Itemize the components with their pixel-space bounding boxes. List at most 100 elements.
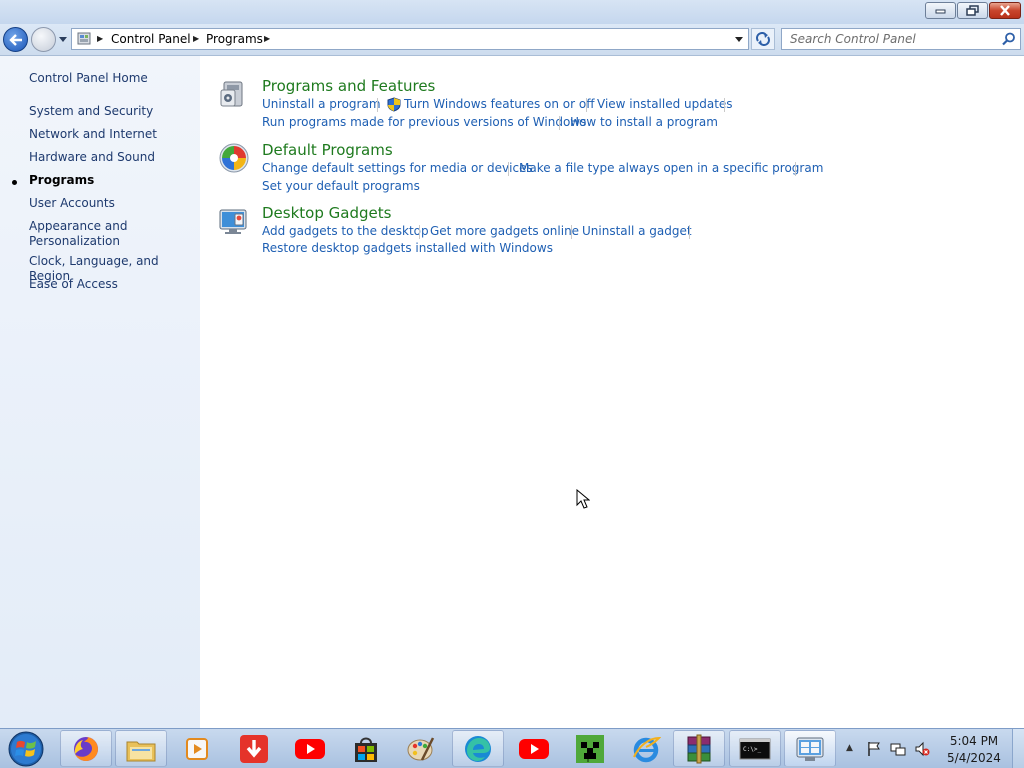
link-change-default-media[interactable]: Change default settings for media or dev… [262,161,533,175]
internet-explorer-icon [633,736,661,763]
link-more-gadgets-online[interactable]: Get more gadgets online [430,224,579,238]
show-desktop-button[interactable] [1012,729,1024,768]
refresh-button[interactable] [751,28,775,50]
history-dropdown-icon[interactable] [58,33,68,45]
volume-muted-icon[interactable] [914,741,930,757]
link-separator [571,225,572,239]
link-uninstall-program[interactable]: Uninstall a program [262,97,381,111]
link-windows-features[interactable]: Turn Windows features on or off [404,97,595,111]
start-button[interactable] [6,730,46,768]
link-separator [689,225,690,239]
forward-button[interactable] [31,27,56,52]
chevron-down-icon[interactable] [735,35,744,44]
taskbar-youtube[interactable] [293,732,327,766]
category-title-default-programs[interactable]: Default Programs [262,141,393,159]
active-bullet-icon [12,180,17,185]
back-button[interactable] [3,27,28,52]
sidebar-item-ease-of-access[interactable]: Ease of Access [29,277,118,292]
search-box[interactable]: Search Control Panel [781,28,1021,50]
network-icon[interactable] [890,741,906,757]
edge-icon [465,735,491,762]
search-input[interactable]: Search Control Panel [790,32,916,46]
restore-button[interactable] [957,2,988,19]
taskbar-winrar[interactable] [673,730,725,767]
taskbar-minecraft[interactable] [573,732,607,766]
restore-icon [965,5,979,16]
link-set-default-programs[interactable]: Set your default programs [262,179,420,193]
breadcrumb-separator-icon[interactable]: ▶ [264,34,270,43]
store-icon [355,737,377,762]
svg-text:C:\>_: C:\>_ [743,746,761,753]
desktop-gadgets-icon[interactable] [218,205,250,237]
sidebar-item-hardware-and-sound[interactable]: Hardware and Sound [29,150,155,165]
link-separator [559,116,560,130]
link-separator [419,225,420,239]
youtube-icon [295,739,325,759]
sidebar-item-control-panel-home[interactable]: Control Panel Home [29,71,148,86]
mouse-pointer-icon [576,489,590,509]
link-how-to-install[interactable]: How to install a program [570,115,718,129]
address-bar[interactable]: ▶ Control Panel ▶ Programs ▶ [71,28,749,50]
clock-time[interactable]: 5:04 PM [944,734,1004,748]
winrar-icon [687,734,711,763]
link-separator [377,98,378,112]
action-center-flag-icon[interactable] [866,741,882,757]
breadcrumb-separator-icon[interactable]: ▶ [97,34,103,43]
taskbar-file-explorer[interactable] [115,730,167,767]
taskbar-media-player[interactable] [180,732,214,766]
link-run-older-programs[interactable]: Run programs made for previous versions … [262,115,586,129]
uac-shield-icon [387,97,401,112]
programs-features-icon[interactable] [218,78,250,110]
sidebar-item-appearance-line-1[interactable]: Appearance and [29,219,127,234]
taskbar-firefox[interactable] [60,730,112,767]
search-icon[interactable] [1002,32,1016,46]
close-button[interactable] [989,2,1021,19]
minecraft-icon [576,735,604,763]
link-uninstall-gadget[interactable]: Uninstall a gadget [582,224,692,238]
sidebar-item-user-accounts[interactable]: User Accounts [29,196,115,211]
category-title-desktop-gadgets[interactable]: Desktop Gadgets [262,204,391,222]
minimize-icon [935,9,945,13]
taskbar-paint[interactable] [404,732,438,766]
youtube-icon [519,739,549,759]
media-player-icon [186,738,208,760]
breadcrumb-control-panel[interactable]: Control Panel [111,32,191,46]
clock-date[interactable]: 5/4/2024 [944,751,1004,765]
sidebar-item-appearance-line-2[interactable]: Personalization [29,234,120,249]
link-separator [586,98,587,112]
link-file-type-association[interactable]: Make a file type always open in a specif… [519,161,823,175]
download-manager-icon [240,735,268,763]
category-title-programs-and-features[interactable]: Programs and Features [262,77,435,95]
taskbar-command-prompt[interactable]: C:\>_ [729,730,781,767]
firefox-icon [74,736,98,761]
link-separator [795,162,796,176]
sidebar-item-network-and-internet[interactable]: Network and Internet [29,127,157,142]
breadcrumb-programs[interactable]: Programs [206,32,263,46]
close-icon [1000,5,1010,16]
show-hidden-icons-button[interactable]: ▲ [846,743,853,753]
refresh-icon [756,32,770,46]
taskbar-edge[interactable] [452,730,504,767]
taskbar-store[interactable] [349,732,383,766]
paint-icon [407,737,435,761]
sidebar-item-programs[interactable]: Programs [29,173,94,188]
taskbar-youtube-2[interactable] [517,732,551,766]
control-panel-icon [796,737,824,761]
sidebar: Control Panel Home System and Security N… [0,56,200,728]
link-view-installed-updates[interactable]: View installed updates [597,97,733,111]
breadcrumb-separator-icon[interactable]: ▶ [193,34,199,43]
title-bar [0,0,1024,24]
taskbar-control-panel-active[interactable] [784,730,836,767]
sidebar-item-system-and-security[interactable]: System and Security [29,104,153,119]
link-separator [508,162,509,176]
taskbar-internet-explorer[interactable] [629,732,663,766]
default-programs-icon[interactable] [218,142,250,174]
link-restore-gadgets[interactable]: Restore desktop gadgets installed with W… [262,241,553,255]
taskbar-download-manager[interactable] [237,732,271,766]
back-arrow-icon [8,33,22,46]
control-panel-icon [77,32,91,45]
taskbar: C:\>_ ▲ 5:04 PM 5/4/2024 [0,728,1024,768]
minimize-button[interactable] [925,2,956,19]
link-add-gadgets[interactable]: Add gadgets to the desktop [262,224,429,238]
link-separator [724,98,725,112]
